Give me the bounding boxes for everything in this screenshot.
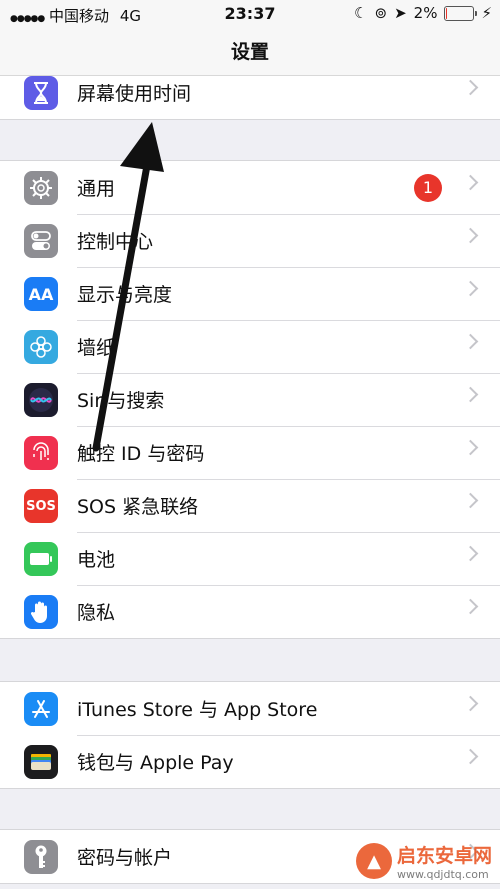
chevron-right-icon — [462, 439, 479, 456]
settings-row-touch-id[interactable]: 触控 ID 与密码 — [0, 426, 500, 479]
settings-row-label: Siri与搜索 — [77, 390, 165, 412]
nav-bar-overlay: 设置 — [0, 28, 500, 76]
page-title-overlay: 设置 — [230, 41, 269, 63]
watermark: ▲ 启东安卓网 www.qdjdtq.com — [355, 841, 492, 881]
settings-group-general: 通用 1 控制中心 AA 显示与亮度 墙纸 Siri与搜索 触控 ID 与密码 … — [0, 160, 500, 639]
watermark-text: 启东安卓网 www.qdjdtq.com — [397, 841, 492, 881]
settings-row-wallpaper[interactable]: 墙纸 — [0, 320, 500, 373]
settings-row-general[interactable]: 通用 1 — [0, 161, 500, 214]
chevron-right-icon — [462, 79, 479, 96]
settings-group-stores: iTunes Store 与 App Store 钱包与 Apple Pay — [0, 681, 500, 789]
settings-row-emergency-sos[interactable]: SOS SOS 紧急联络 — [0, 479, 500, 532]
watermark-logo-icon: ▲ — [355, 843, 392, 879]
sos-glyph: SOS — [26, 498, 56, 514]
settings-row-label: 钱包与 Apple Pay — [77, 752, 234, 774]
rotation-lock-icon: ⊚ — [374, 4, 388, 22]
chevron-right-icon — [462, 280, 479, 297]
battery-percent: 2% — [413, 4, 438, 22]
text-size-icon: AA — [24, 277, 58, 311]
chevron-right-icon — [462, 545, 479, 562]
settings-row-label: 触控 ID 与密码 — [77, 443, 205, 465]
gear-icon — [24, 171, 58, 205]
toggle-icon — [24, 224, 58, 258]
siri-icon — [24, 383, 58, 417]
notification-badge: 1 — [414, 174, 442, 202]
chevron-right-icon — [462, 748, 479, 765]
status-bar: ●●●●● 中国移动 4G 23:37 ☾ ⊚ ➤ 2% ⚡ — [0, 0, 500, 28]
flower-icon — [24, 330, 58, 364]
settings-row-label: 控制中心 — [77, 231, 154, 253]
settings-row-control-center[interactable]: 控制中心 — [0, 214, 500, 267]
settings-row-app-store[interactable]: iTunes Store 与 App Store — [0, 682, 500, 735]
settings-row-label: iTunes Store 与 App Store — [77, 699, 318, 721]
location-icon: ➤ — [394, 4, 407, 22]
app-store-icon — [24, 692, 58, 726]
watermark-url: www.qdjdtq.com — [396, 868, 489, 881]
settings-row-siri-search[interactable]: Siri与搜索 — [0, 373, 500, 426]
settings-row-label: 密码与帐户 — [77, 847, 173, 869]
chevron-right-icon — [462, 492, 479, 509]
settings-row-label: 通用 — [77, 178, 116, 200]
battery-icon — [444, 5, 478, 21]
wallet-icon — [24, 745, 58, 779]
chevron-right-icon — [462, 386, 479, 403]
hand-icon — [24, 595, 58, 629]
settings-row-label: SOS 紧急联络 — [77, 496, 199, 518]
settings-row-label: 屏幕使用时间 — [77, 83, 192, 105]
settings-row-label: 显示与亮度 — [77, 284, 173, 306]
settings-row-privacy[interactable]: 隐私 — [0, 585, 500, 638]
settings-row-label: 墙纸 — [77, 337, 116, 359]
settings-row-display-brightness[interactable]: AA 显示与亮度 — [0, 267, 500, 320]
battery-icon — [24, 542, 58, 576]
text-size-glyph: AA — [28, 284, 54, 304]
fingerprint-icon — [24, 436, 58, 470]
settings-row-wallet[interactable]: 钱包与 Apple Pay — [0, 735, 500, 788]
charging-icon: ⚡ — [481, 4, 492, 22]
status-icons: ☾ ⊚ ➤ 2% ⚡ — [354, 4, 492, 22]
settings-row-battery[interactable]: 电池 — [0, 532, 500, 585]
settings-row-label: 隐私 — [77, 602, 116, 624]
watermark-title: 启东安卓网 — [396, 845, 492, 867]
settings-row-label: 电池 — [77, 549, 116, 571]
chevron-right-icon — [462, 333, 479, 350]
sos-icon: SOS — [24, 489, 58, 523]
key-icon — [24, 840, 58, 874]
chevron-right-icon — [462, 174, 479, 191]
chevron-right-icon — [462, 598, 479, 615]
chevron-right-icon — [462, 695, 479, 712]
moon-icon: ☾ — [354, 4, 368, 22]
hourglass-icon — [24, 76, 58, 110]
chevron-right-icon — [462, 227, 479, 244]
